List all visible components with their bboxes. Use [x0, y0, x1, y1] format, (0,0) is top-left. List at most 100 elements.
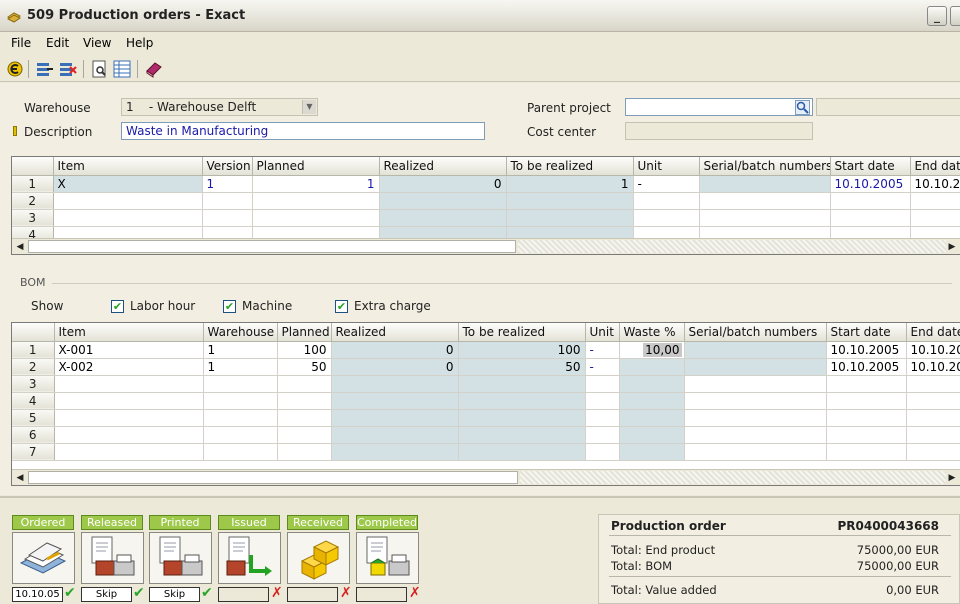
warehouse-cell[interactable]: 1 — [203, 341, 278, 359]
start-date-cell[interactable] — [830, 209, 911, 227]
end-date-cell[interactable] — [906, 409, 960, 427]
machine-checkbox[interactable]: ✔ — [223, 300, 236, 313]
start-date-cell[interactable] — [826, 409, 907, 427]
list-view-icon[interactable] — [112, 59, 132, 79]
warehouse-cell[interactable]: 1 — [203, 358, 278, 376]
item-cell[interactable] — [53, 192, 203, 210]
table-row[interactable]: 6 — [12, 426, 960, 444]
scroll-left-icon[interactable]: ◀ — [14, 241, 26, 253]
end-date-cell[interactable] — [910, 209, 960, 227]
waste-cell[interactable] — [619, 409, 685, 427]
end-date-cell[interactable]: 10.10.2005 — [906, 358, 960, 376]
scrollbar-thumb[interactable] — [28, 471, 518, 484]
waste-cell[interactable]: 10,00 — [619, 341, 685, 359]
extra-charge-checkbox[interactable]: ✔ — [335, 300, 348, 313]
scroll-right-icon[interactable]: ▶ — [946, 241, 958, 253]
add-line-icon[interactable] — [35, 59, 55, 79]
warehouse-select[interactable]: 1 - Warehouse Delft ▼ — [121, 98, 318, 116]
column-header-realized[interactable]: Realized — [379, 157, 507, 176]
table-row[interactable]: 1 X-001 1 100 0 100 - 10,00 10.10.2005 1… — [12, 341, 960, 359]
column-header-start-date[interactable]: Start date — [826, 323, 907, 342]
serial-batch-cell[interactable] — [684, 358, 827, 376]
print-preview-icon[interactable] — [89, 59, 109, 79]
item-cell[interactable] — [53, 209, 203, 227]
table-row[interactable]: 1 X 1 1 0 1 - 10.10.2005 10.10.2005 — [12, 175, 960, 193]
issued-arrow-icon[interactable] — [218, 532, 281, 584]
menu-view[interactable]: View — [83, 36, 111, 50]
planned-cell[interactable] — [252, 192, 380, 210]
planned-cell[interactable] — [277, 426, 332, 444]
products-horizontal-scrollbar[interactable]: ◀ ▶ — [12, 238, 960, 254]
released-printer-icon[interactable] — [81, 532, 144, 584]
book-icon[interactable] — [144, 59, 164, 79]
warehouse-cell[interactable] — [203, 409, 278, 427]
planned-cell[interactable] — [277, 443, 332, 461]
end-date-cell[interactable]: 10.10.2005 — [906, 341, 960, 359]
completed-printer-icon[interactable] — [356, 532, 419, 584]
search-icon[interactable] — [795, 100, 810, 115]
planned-cell[interactable]: 1 — [252, 175, 380, 193]
version-cell[interactable] — [202, 192, 253, 210]
minimize-button[interactable]: _ — [927, 6, 947, 26]
labor-hour-checkbox[interactable]: ✔ — [111, 300, 124, 313]
waste-cell[interactable] — [619, 443, 685, 461]
table-row[interactable]: 3 — [12, 375, 960, 393]
column-header-to-be-realized[interactable]: To be realized — [506, 157, 634, 176]
serial-batch-cell[interactable] — [684, 341, 827, 359]
column-header-serial-batch[interactable]: Serial/batch numbers — [684, 323, 827, 342]
menu-help[interactable]: Help — [126, 36, 153, 50]
warehouse-cell[interactable] — [203, 443, 278, 461]
column-header-item[interactable]: Item — [54, 323, 204, 342]
table-row[interactable]: 2 X-002 1 50 0 50 - 10.10.2005 10.10.200… — [12, 358, 960, 376]
cost-center-input[interactable] — [625, 122, 813, 140]
table-row[interactable]: 2 — [12, 192, 960, 210]
start-date-cell[interactable] — [826, 426, 907, 444]
column-header-end-date[interactable]: End date — [906, 323, 960, 342]
start-date-cell[interactable]: 10.10.2005 — [830, 175, 911, 193]
end-date-cell[interactable] — [906, 392, 960, 410]
table-row[interactable]: 4 — [12, 392, 960, 410]
waste-value[interactable]: 10,00 — [643, 342, 682, 357]
planned-cell[interactable] — [277, 409, 332, 427]
scrollbar-track[interactable] — [520, 471, 946, 484]
item-cell[interactable] — [54, 426, 204, 444]
waste-cell[interactable] — [619, 375, 685, 393]
item-cell[interactable] — [54, 392, 204, 410]
exact-logo-icon[interactable] — [5, 59, 25, 79]
serial-batch-cell[interactable] — [684, 426, 827, 444]
end-date-cell[interactable] — [906, 426, 960, 444]
item-cell[interactable] — [54, 375, 204, 393]
item-cell[interactable]: X — [53, 175, 203, 193]
parent-project-input[interactable] — [625, 98, 813, 116]
column-header-to-be-realized[interactable]: To be realized — [458, 323, 586, 342]
end-date-cell[interactable] — [906, 375, 960, 393]
column-header-end-date[interactable]: End date — [910, 157, 960, 176]
column-header-warehouse[interactable]: Warehouse — [203, 323, 278, 342]
start-date-cell[interactable]: 10.10.2005 — [826, 358, 907, 376]
table-row[interactable]: 3 — [12, 209, 960, 227]
planned-cell[interactable]: 50 — [277, 358, 332, 376]
warehouse-cell[interactable] — [203, 426, 278, 444]
item-cell[interactable]: X-002 — [54, 358, 204, 376]
table-row[interactable]: 5 — [12, 409, 960, 427]
column-header-waste[interactable]: Waste % — [619, 323, 685, 342]
column-header-item[interactable]: Item — [53, 157, 203, 176]
received-boxes-icon[interactable] — [287, 532, 350, 584]
serial-batch-cell[interactable] — [684, 375, 827, 393]
bom-horizontal-scrollbar[interactable]: ◀ ▶ — [12, 469, 960, 485]
end-date-cell[interactable] — [910, 192, 960, 210]
menu-file[interactable]: File — [11, 36, 31, 50]
version-cell[interactable] — [202, 209, 253, 227]
column-header-realized[interactable]: Realized — [331, 323, 459, 342]
waste-cell[interactable] — [619, 426, 685, 444]
start-date-cell[interactable] — [826, 443, 907, 461]
waste-cell[interactable] — [619, 392, 685, 410]
scroll-left-icon[interactable]: ◀ — [14, 472, 26, 484]
delete-line-icon[interactable] — [58, 59, 78, 79]
serial-batch-cell[interactable] — [699, 209, 831, 227]
serial-batch-cell[interactable] — [684, 443, 827, 461]
column-header-version[interactable]: Version — [202, 157, 253, 176]
item-cell[interactable] — [54, 409, 204, 427]
serial-batch-cell[interactable] — [684, 392, 827, 410]
item-cell[interactable] — [54, 443, 204, 461]
